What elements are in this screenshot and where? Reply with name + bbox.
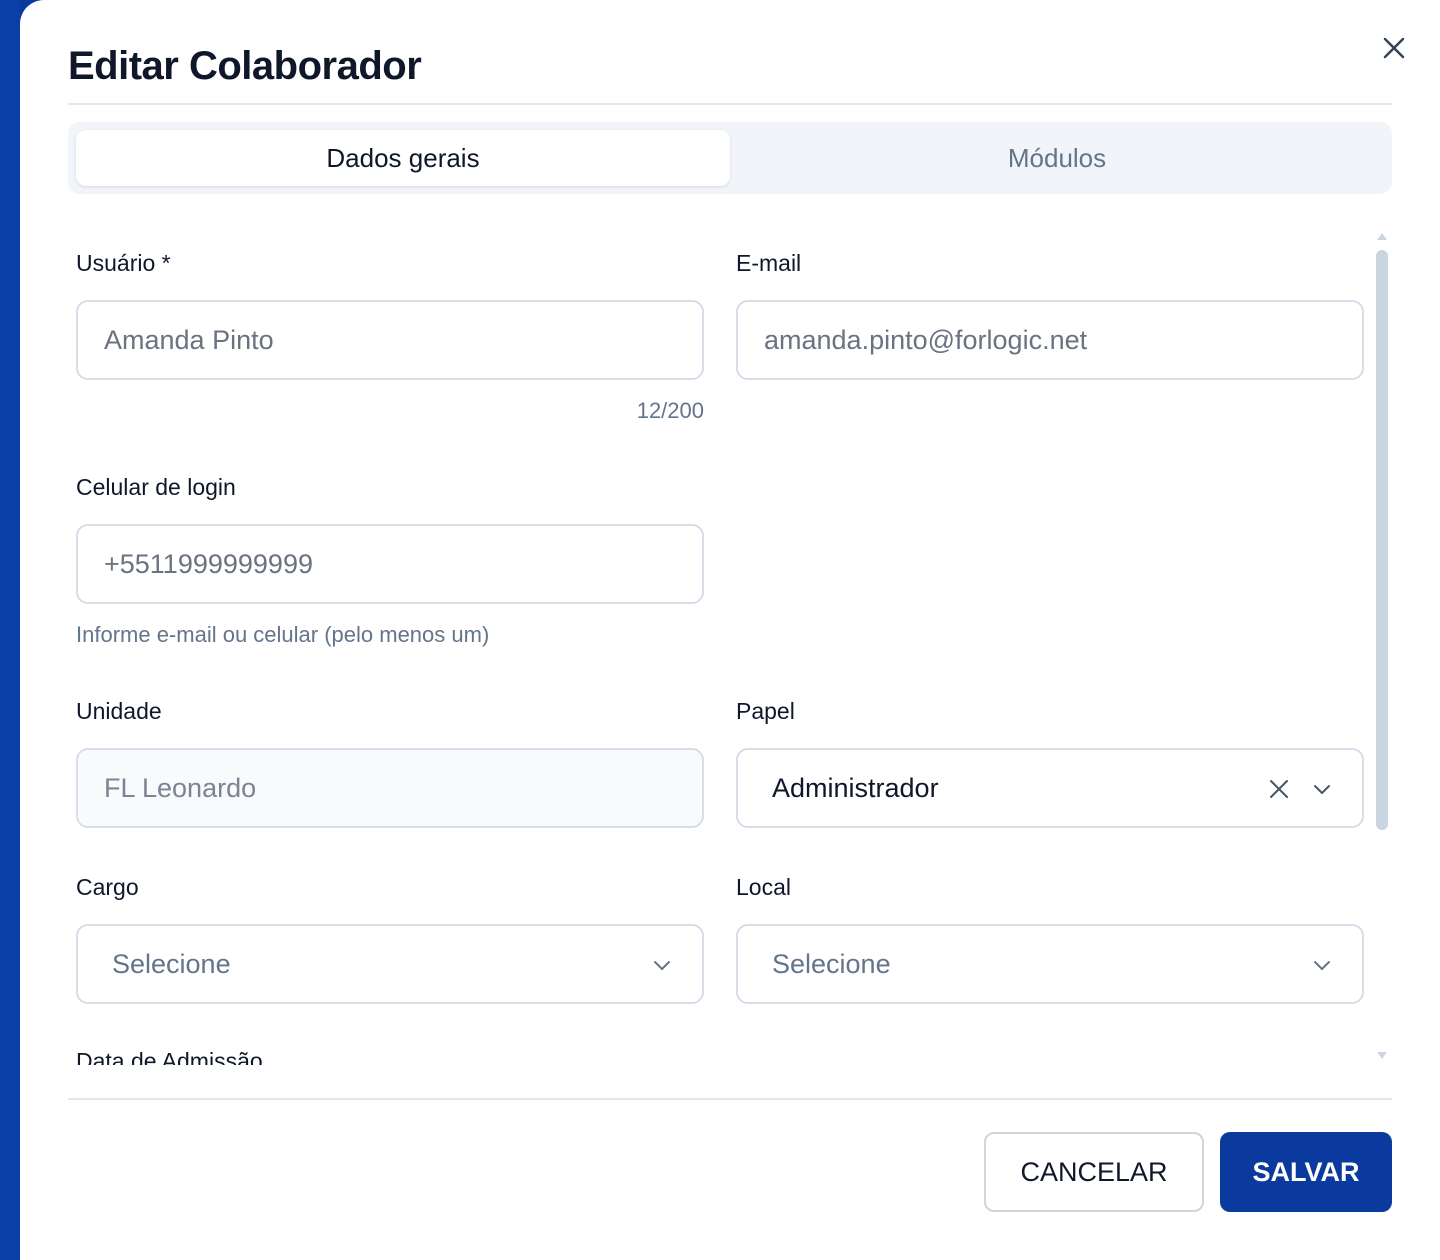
tab-modulos[interactable]: Módulos: [730, 130, 1384, 186]
usuario-input[interactable]: Amanda Pinto: [76, 300, 704, 380]
papel-label: Papel: [736, 698, 795, 724]
edit-collaborator-dialog: Editar Colaborador Dados gerais Módulos …: [20, 0, 1440, 1260]
save-button[interactable]: SALVAR: [1220, 1132, 1392, 1212]
cargo-placeholder: Selecione: [112, 948, 231, 979]
footer-divider: [68, 1098, 1392, 1100]
tab-bar: Dados gerais Módulos: [68, 122, 1392, 194]
scroll-up-icon[interactable]: [1376, 230, 1388, 242]
papel-select[interactable]: Administrador: [736, 748, 1364, 828]
usuario-label: Usuário *: [76, 250, 171, 276]
unidade-input: FL Leonardo: [76, 748, 704, 828]
usuario-char-counter: 12/200: [636, 398, 704, 423]
chevron-down-icon: [654, 961, 670, 970]
papel-selected-value: Administrador: [772, 772, 939, 803]
celular-label: Celular de login: [76, 474, 236, 500]
local-select[interactable]: Selecione: [736, 924, 1364, 1004]
chevron-down-icon[interactable]: [1310, 777, 1334, 801]
background-strip: [0, 0, 20, 1260]
celular-hint: Informe e-mail ou celular (pelo menos um…: [76, 622, 490, 647]
cargo-label: Cargo: [76, 874, 139, 900]
dialog-title: Editar Colaborador: [68, 44, 422, 88]
unidade-label: Unidade: [76, 698, 162, 724]
local-label: Local: [736, 874, 791, 900]
header-divider: [68, 103, 1392, 105]
data-admissao-label: Data de Admissão: [76, 1048, 263, 1065]
local-placeholder: Selecione: [772, 948, 891, 979]
close-button[interactable]: [1376, 30, 1412, 66]
cancel-button[interactable]: CANCELAR: [984, 1132, 1204, 1212]
chevron-down-icon: [1314, 961, 1330, 970]
celular-input[interactable]: +5511999999999: [76, 524, 704, 604]
scrollbar-thumb[interactable]: [1376, 250, 1388, 830]
cargo-select[interactable]: Selecione: [76, 924, 704, 1004]
scroll-down-icon[interactable]: [1376, 1050, 1388, 1062]
form-scroll-area[interactable]: Usuário * Amanda Pinto 12/200 E-mail ama…: [20, 210, 1440, 1065]
email-label: E-mail: [736, 250, 802, 276]
email-input[interactable]: amanda.pinto@forlogic.net: [736, 300, 1364, 380]
tab-dados-gerais[interactable]: Dados gerais: [76, 130, 730, 186]
clear-icon[interactable]: [1268, 778, 1290, 800]
close-icon: [1383, 37, 1405, 59]
